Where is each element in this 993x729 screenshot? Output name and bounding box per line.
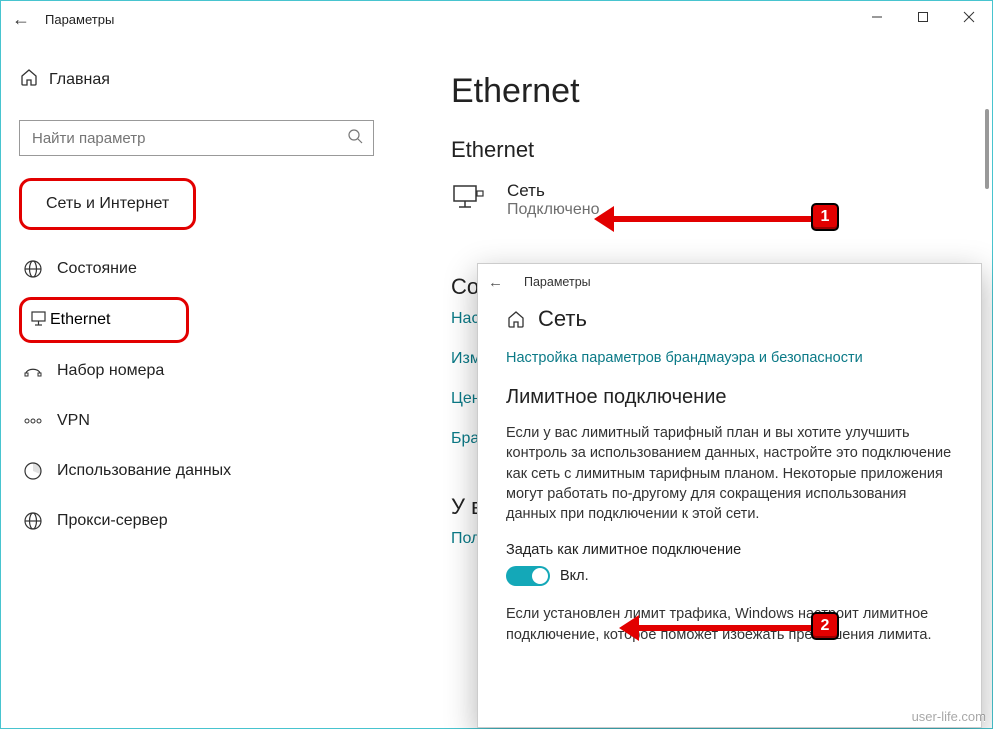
toggle-state-label: Вкл. (560, 568, 589, 584)
network-name: Сеть (507, 181, 600, 201)
annotation-arrow-1 (601, 216, 811, 222)
network-item[interactable]: Сеть Подключено (451, 181, 962, 219)
sidebar-nav: Состояние Ethernet Набор номера (19, 244, 383, 546)
sidebar-item-status[interactable]: Состояние (19, 244, 383, 294)
page-title: Ethernet (451, 72, 962, 111)
home-icon (19, 67, 49, 92)
sidebar: Главная Сеть и Интернет Состояние (1, 37, 401, 728)
metered-description: Если у вас лимитный тарифный план и вы х… (506, 423, 953, 524)
popup-page-title: Сеть (538, 306, 587, 332)
maximize-button[interactable] (900, 1, 946, 33)
sidebar-item-home[interactable]: Главная (19, 67, 383, 92)
window-controls (854, 1, 992, 33)
globe-icon (23, 259, 57, 279)
sidebar-item-dialup[interactable]: Набор номера (19, 346, 383, 396)
dialup-icon (23, 361, 57, 381)
popup-page-header: Сеть (506, 306, 953, 332)
home-icon (506, 309, 538, 329)
proxy-icon (23, 511, 57, 531)
network-icon (451, 183, 493, 218)
nav-label: Использование данных (57, 462, 231, 480)
titlebar: ← Параметры (1, 1, 992, 37)
toggle-caption: Задать как лимитное подключение (506, 542, 953, 558)
sidebar-item-proxy[interactable]: Прокси-сервер (19, 496, 383, 546)
sidebar-item-datausage[interactable]: Использование данных (19, 446, 383, 496)
annotation-badge-1: 1 (811, 203, 839, 231)
search-field[interactable] (30, 129, 347, 148)
nav-label: Прокси-сервер (57, 512, 168, 530)
search-input[interactable] (19, 120, 374, 156)
nav-label: VPN (57, 412, 90, 430)
sidebar-item-vpn[interactable]: VPN (19, 396, 383, 446)
popup-titlebar: ← Параметры (478, 264, 981, 300)
back-button[interactable]: ← (1, 9, 41, 30)
watermark: user-life.com (912, 709, 986, 724)
search-icon (347, 128, 363, 148)
annotation-highlight-category: Сеть и Интернет (19, 178, 196, 230)
annotation-highlight-ethernet: Ethernet (19, 297, 189, 343)
popup-back-button[interactable]: ← (488, 274, 518, 291)
sidebar-home-label: Главная (49, 71, 110, 89)
nav-label: Состояние (57, 260, 137, 278)
scrollbar-thumb[interactable] (985, 109, 989, 189)
annotation-badge-2: 2 (811, 612, 839, 640)
sidebar-category: Сеть и Интернет (36, 187, 179, 221)
nav-label: Ethernet (50, 311, 110, 329)
firewall-link[interactable]: Настройка параметров брандмауэра и безоп… (506, 350, 953, 366)
data-usage-icon (23, 461, 57, 481)
minimize-button[interactable] (854, 1, 900, 33)
ethernet-icon (30, 308, 50, 333)
section-heading: Ethernet (451, 137, 962, 163)
metered-toggle[interactable] (506, 566, 550, 586)
metered-heading: Лимитное подключение (506, 386, 953, 409)
popup-window-title: Параметры (524, 275, 591, 289)
network-settings-popup: ← Параметры Сеть Настройка параметров бр… (477, 263, 982, 728)
close-button[interactable] (946, 1, 992, 33)
nav-label: Набор номера (57, 362, 164, 380)
annotation-arrow-2 (626, 625, 811, 631)
window-title: Параметры (45, 12, 114, 27)
vpn-icon (23, 414, 57, 428)
settings-window: ← Параметры Главная (0, 0, 993, 729)
